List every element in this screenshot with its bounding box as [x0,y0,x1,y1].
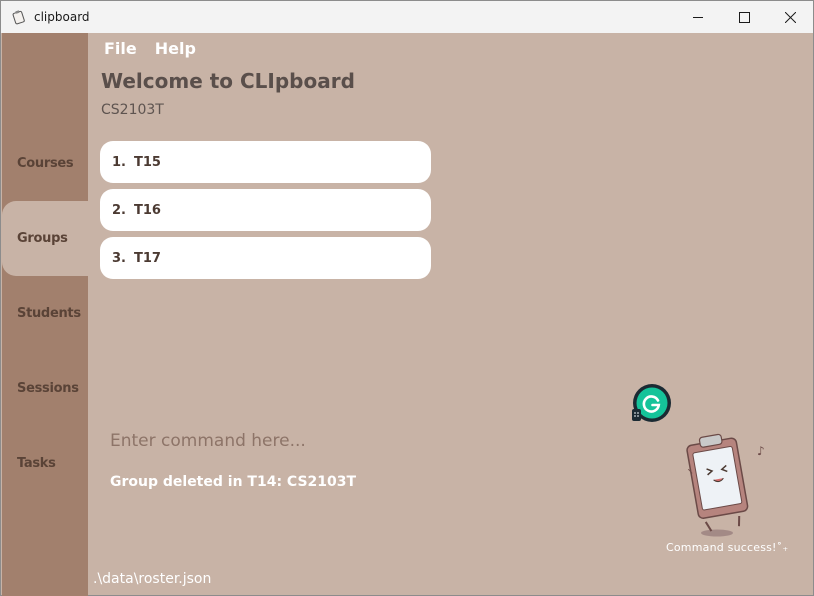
group-index: 1. [112,154,126,170]
group-name: T16 [133,202,161,218]
group-card[interactable]: 3. T17 [100,237,431,279]
app-window: clipboard Courses Groups Students Sessio… [0,0,814,596]
svg-text:ヽ: ヽ [685,467,695,478]
mascot-caption: Command success!˚₊ [666,541,789,554]
group-card[interactable]: 2. T16 [100,189,431,231]
menu-bar: File Help [104,39,196,58]
command-input[interactable] [101,423,621,459]
page-title: Welcome to CLIpboard [101,69,355,93]
maximize-icon [738,11,750,23]
group-index: 3. [112,250,126,266]
sidebar-item-sessions[interactable]: Sessions [17,381,79,396]
group-index: 2. [112,202,126,218]
svg-text:♪: ♪ [757,444,765,458]
window-title: clipboard [34,10,90,24]
course-code: CS2103T [101,102,164,118]
sidebar-item-groups[interactable]: Groups [17,231,68,246]
title-bar[interactable]: clipboard [1,1,813,33]
minimize-button[interactable] [675,1,721,33]
grammarly-icon[interactable] [632,383,672,423]
minimize-icon [692,16,703,18]
group-name: T15 [133,154,161,170]
command-result: Group deleted in T14: CS2103T [110,474,357,490]
group-name: T17 [133,250,161,266]
maximize-button[interactable] [721,1,767,33]
clipboard-app-icon [12,10,25,25]
menu-file[interactable]: File [104,39,137,58]
close-button[interactable] [767,1,813,33]
sidebar-item-courses[interactable]: Courses [17,156,74,171]
sidebar-item-students[interactable]: Students [17,306,81,321]
menu-help[interactable]: Help [155,39,196,58]
close-icon [784,11,796,23]
sidebar-item-tasks[interactable]: Tasks [17,456,56,471]
status-file-path: .\data\roster.json [93,571,212,587]
clipboard-mascot-icon: ♪ ヽ [685,433,765,537]
group-card[interactable]: 1. T15 [100,141,431,183]
